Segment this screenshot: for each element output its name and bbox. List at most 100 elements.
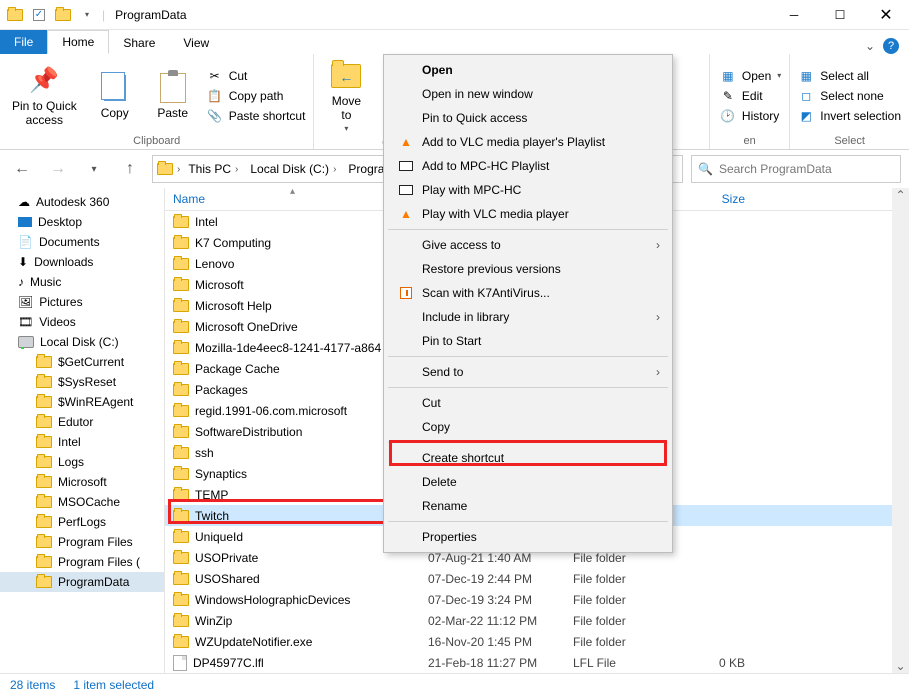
shortcut-icon: 📎: [207, 108, 223, 124]
paste-shortcut-button[interactable]: 📎Paste shortcut: [207, 108, 306, 124]
move-icon: [331, 64, 361, 88]
ctx-copy[interactable]: Copy: [386, 415, 670, 439]
tree-localdisk[interactable]: Local Disk (C:): [0, 332, 164, 352]
minimize-button[interactable]: ─: [771, 0, 817, 30]
copy-button[interactable]: Copy: [91, 58, 139, 133]
folder-icon: [173, 321, 189, 333]
folder-icon: [36, 356, 52, 368]
open-button[interactable]: ▦Open ▾: [720, 68, 781, 84]
status-selected: 1 item selected: [73, 678, 154, 692]
tree-item[interactable]: Microsoft: [0, 472, 164, 492]
group-label: en: [718, 133, 781, 147]
tree-item[interactable]: Program Files (: [0, 552, 164, 572]
up-button[interactable]: ↑: [116, 155, 144, 183]
tab-home[interactable]: Home: [47, 30, 109, 54]
nav-tree[interactable]: ☁Autodesk 360 Desktop 📄Documents ⬇Downlo…: [0, 188, 165, 673]
folder-icon: [173, 279, 189, 291]
tree-item[interactable]: PerfLogs: [0, 512, 164, 532]
ctx-send-to[interactable]: Send to›: [386, 360, 670, 384]
window-title: ProgramData: [107, 8, 186, 22]
col-size[interactable]: Size: [685, 188, 765, 210]
close-button[interactable]: ✕: [863, 0, 909, 30]
ctx-properties[interactable]: Properties: [386, 525, 670, 549]
documents-icon: 📄: [18, 235, 33, 249]
tree-item[interactable]: MSOCache: [0, 492, 164, 512]
tree-item[interactable]: Edutor: [0, 412, 164, 432]
ctx-mpc-play[interactable]: Play with MPC-HC: [386, 178, 670, 202]
tab-view[interactable]: View: [169, 32, 223, 54]
tree-music[interactable]: ♪Music: [0, 272, 164, 292]
paste-button[interactable]: Paste: [149, 58, 197, 133]
ctx-vlc-play[interactable]: ▲Play with VLC media player: [386, 202, 670, 226]
cut-button[interactable]: ✂Cut: [207, 68, 306, 84]
ctx-pin-start[interactable]: Pin to Start: [386, 329, 670, 353]
tab-file[interactable]: File: [0, 30, 47, 54]
tree-desktop[interactable]: Desktop: [0, 212, 164, 232]
tree-item[interactable]: $GetCurrent: [0, 352, 164, 372]
folder-icon: [36, 556, 52, 568]
pin-quick-access-button[interactable]: 📌 Pin to Quick access: [8, 58, 81, 133]
select-all-button[interactable]: ▦Select all: [798, 68, 901, 84]
tree-pictures[interactable]: 🖼Pictures: [0, 292, 164, 312]
help-icon[interactable]: ?: [883, 38, 899, 54]
ctx-cut[interactable]: Cut: [386, 391, 670, 415]
ctx-rename[interactable]: Rename: [386, 494, 670, 518]
tree-autodesk[interactable]: ☁Autodesk 360: [0, 192, 164, 212]
tree-item[interactable]: Program Files: [0, 532, 164, 552]
invert-icon: ◩: [798, 108, 814, 124]
ctx-give-access[interactable]: Give access to›: [386, 233, 670, 257]
ctx-pin-quick[interactable]: Pin to Quick access: [386, 106, 670, 130]
list-item[interactable]: DP45977C.lfl21-Feb-18 11:27 PMLFL File0 …: [165, 652, 909, 673]
tree-item[interactable]: Logs: [0, 452, 164, 472]
tree-item[interactable]: $SysReset: [0, 372, 164, 392]
folder-icon: [36, 376, 52, 388]
folder-icon: [173, 447, 189, 459]
ctx-open[interactable]: Open: [386, 58, 670, 82]
ribbon-collapse-icon[interactable]: ⌄: [865, 39, 875, 53]
ctx-k7-scan[interactable]: Scan with K7AntiVirus...: [386, 281, 670, 305]
search-input[interactable]: 🔍 Search ProgramData: [691, 155, 901, 183]
folder-icon: [36, 476, 52, 488]
list-item[interactable]: WinZip02-Mar-22 11:12 PMFile folder: [165, 610, 909, 631]
ctx-open-new-window[interactable]: Open in new window: [386, 82, 670, 106]
invert-selection-button[interactable]: ◩Invert selection: [798, 108, 901, 124]
breadcrumb-localdisk[interactable]: Local Disk (C:) ›: [246, 162, 340, 176]
tree-item[interactable]: ProgramData: [0, 572, 164, 592]
list-item[interactable]: WZUpdateNotifier.exe16-Nov-20 1:45 PMFil…: [165, 631, 909, 652]
ctx-delete[interactable]: Delete: [386, 470, 670, 494]
downloads-icon: ⬇: [18, 255, 28, 269]
tree-downloads[interactable]: ⬇Downloads: [0, 252, 164, 272]
tab-share[interactable]: Share: [109, 32, 169, 54]
tree-videos[interactable]: 🎞Videos: [0, 312, 164, 332]
qat-checkbox[interactable]: [28, 4, 50, 26]
col-name[interactable]: ▴Name: [165, 188, 420, 210]
list-item[interactable]: USOShared07-Dec-19 2:44 PMFile folder: [165, 568, 909, 589]
ctx-mpc-playlist[interactable]: Add to MPC-HC Playlist: [386, 154, 670, 178]
move-to-button[interactable]: Move to ▾: [322, 58, 370, 135]
ctx-vlc-playlist[interactable]: ▲Add to VLC media player's Playlist: [386, 130, 670, 154]
tree-documents[interactable]: 📄Documents: [0, 232, 164, 252]
vlc-icon: ▲: [394, 207, 418, 221]
back-button[interactable]: ←: [8, 155, 36, 183]
list-item[interactable]: WindowsHolographicDevices07-Dec-19 3:24 …: [165, 589, 909, 610]
copy-path-button[interactable]: 📋Copy path: [207, 88, 306, 104]
qat-overflow[interactable]: ▾: [76, 4, 98, 26]
ctx-create-shortcut[interactable]: Create shortcut: [386, 446, 670, 470]
folder-icon: [36, 576, 52, 588]
breadcrumb-thispc[interactable]: This PC ›: [184, 162, 242, 176]
recent-locations-button[interactable]: ▾: [80, 155, 108, 183]
maximize-button[interactable]: ☐: [817, 0, 863, 30]
ctx-include-library[interactable]: Include in library›: [386, 305, 670, 329]
ctx-restore[interactable]: Restore previous versions: [386, 257, 670, 281]
scrollbar[interactable]: ⌃ ⌄: [892, 188, 909, 673]
folder-icon: [173, 426, 189, 438]
edit-button[interactable]: ✎Edit: [720, 88, 781, 104]
history-button[interactable]: 🕑History: [720, 108, 781, 124]
videos-icon: 🎞: [18, 315, 33, 329]
folder-icon: [36, 416, 52, 428]
path-icon: 📋: [207, 88, 223, 104]
tree-item[interactable]: $WinREAgent: [0, 392, 164, 412]
tree-item[interactable]: Intel: [0, 432, 164, 452]
select-none-button[interactable]: ◻Select none: [798, 88, 901, 104]
forward-button[interactable]: →: [44, 155, 72, 183]
